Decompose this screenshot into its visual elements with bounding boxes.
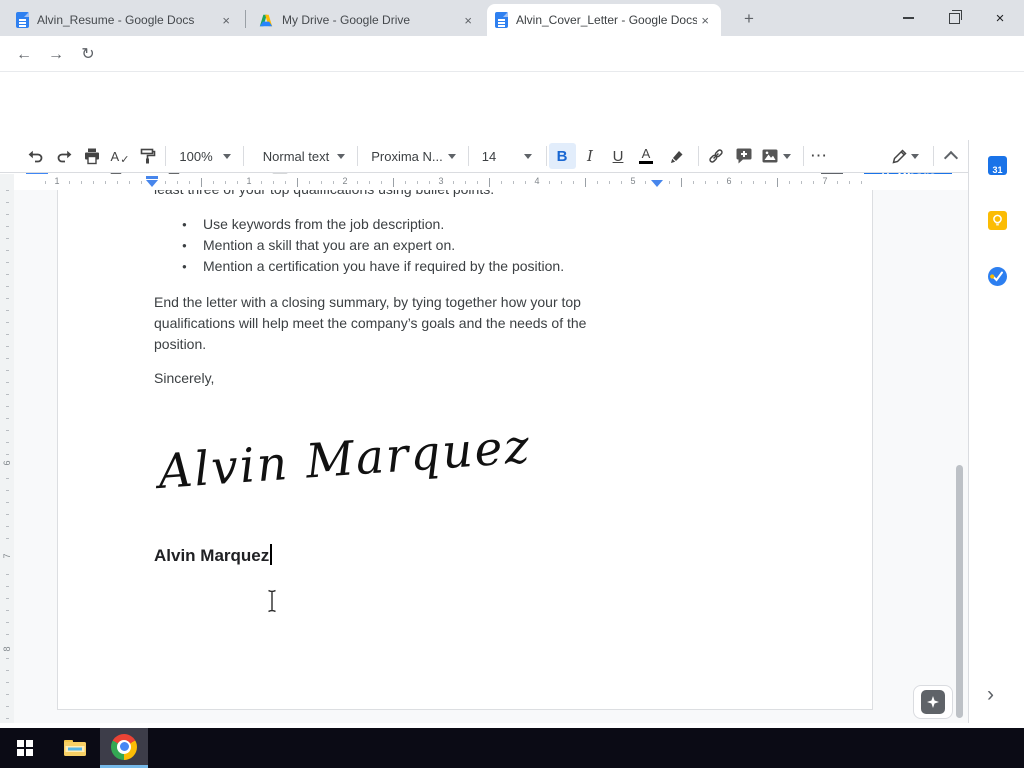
ruler-number: 4 [531, 176, 543, 186]
docs-header: Alvin_Cover_Letter ☆ File Edit View Inse… [0, 72, 1024, 199]
explore-button[interactable] [913, 685, 953, 719]
tab-separator [245, 10, 246, 28]
tab-title: Alvin_Cover_Letter - Google Docs [516, 13, 698, 27]
ruler-number: 8 [2, 642, 12, 656]
window-close-button[interactable]: × [977, 0, 1023, 36]
chevron-down-icon[interactable] [447, 140, 457, 172]
doc-text-line: least three of your top qualifications u… [154, 190, 494, 197]
windows-taskbar [0, 728, 1024, 768]
paragraph-style-select[interactable]: Normal text [256, 140, 336, 172]
google-side-panel: 31 › [968, 140, 1024, 723]
desktop: Alvin_Resume - Google Docs × My Drive - … [0, 0, 1024, 768]
explore-icon [921, 690, 945, 714]
browser-nav-bar: ← → ↻ docs.google.com/document/d/1uXilif… [0, 36, 1024, 103]
bold-button[interactable]: B [551, 140, 573, 172]
editing-mode-button[interactable] [888, 140, 910, 172]
close-icon[interactable]: × [218, 13, 234, 28]
insert-image-button[interactable] [759, 140, 781, 172]
calendar-icon[interactable]: 31 [988, 156, 1007, 175]
minimize-icon [902, 17, 914, 19]
doc-closing: Sincerely, [154, 370, 215, 386]
print-button[interactable] [81, 140, 103, 172]
doc-bullet-item: ● Use keywords from the job description. [182, 216, 445, 232]
window-restore-button[interactable] [931, 0, 977, 36]
doc-text-line: position. [154, 336, 207, 352]
underline-button[interactable]: U [607, 140, 629, 172]
file-explorer-button[interactable] [52, 728, 98, 768]
text-cursor [270, 544, 272, 565]
reload-icon[interactable]: ↻ [76, 43, 100, 67]
horizontal-ruler: 1 1 2 3 4 5 6 7 [0, 174, 968, 190]
chrome-taskbar-button[interactable] [100, 728, 148, 768]
text-color-button[interactable]: A [635, 140, 657, 172]
typed-name: Alvin Marquez [154, 544, 272, 566]
highlight-color-button[interactable] [665, 140, 687, 172]
restore-icon [948, 9, 962, 24]
tasks-icon[interactable] [988, 267, 1007, 286]
windows-logo-icon [17, 740, 33, 756]
doc-bullet-item: ● Mention a skill that you are an expert … [182, 237, 456, 253]
font-size-select[interactable]: 14 [478, 140, 500, 172]
ruler-number: 1 [51, 176, 63, 186]
chevron-down-icon[interactable] [523, 140, 533, 172]
browser-tab-bar: Alvin_Resume - Google Docs × My Drive - … [0, 0, 1024, 36]
hide-side-panel-icon[interactable]: › [987, 683, 994, 707]
keep-icon[interactable] [988, 211, 1007, 230]
vertical-scrollbar[interactable] [956, 465, 963, 718]
insert-comment-button[interactable] [733, 140, 755, 172]
handwritten-signature: Alvin Marquez [156, 419, 533, 500]
ruler-number: 7 [819, 176, 831, 186]
docs-toolbar: A ✓ 100% Normal text Proxima N... 14 B I… [0, 140, 968, 173]
undo-button[interactable] [25, 140, 47, 172]
insert-link-button[interactable] [705, 140, 727, 172]
ruler-number: 1 [243, 176, 255, 186]
vertical-ruler: 6 7 8 9 10 [0, 190, 14, 748]
new-tab-button[interactable]: + [737, 7, 761, 31]
collapse-toolbar-button[interactable] [940, 140, 962, 172]
tab-alvin-cover-letter[interactable]: Alvin_Cover_Letter - Google Docs × [487, 4, 721, 36]
spell-check-button[interactable]: A ✓ [109, 140, 131, 172]
start-button[interactable] [2, 728, 48, 768]
ruler-number: 5 [627, 176, 639, 186]
redo-button[interactable] [53, 140, 75, 172]
chevron-down-icon[interactable] [910, 140, 920, 172]
google-docs-icon [495, 12, 508, 28]
left-indent-marker[interactable] [146, 176, 158, 187]
tab-my-drive[interactable]: My Drive - Google Drive × [250, 4, 484, 36]
chevron-down-icon[interactable] [782, 140, 792, 172]
ruler-number: 6 [2, 456, 12, 470]
doc-bullet-item: ● Mention a certification you have if req… [182, 258, 565, 274]
file-explorer-icon [64, 740, 86, 756]
font-family-select[interactable]: Proxima N... [368, 140, 446, 172]
tab-title: Alvin_Resume - Google Docs [37, 13, 195, 27]
doc-text-line: End the letter with a closing summary, b… [154, 294, 581, 310]
ruler-number: 3 [435, 176, 447, 186]
document-canvas: least three of your top qualifications u… [0, 190, 968, 723]
chevron-down-icon[interactable] [336, 140, 346, 172]
ruler-number: 7 [2, 549, 12, 563]
tab-alvin-resume[interactable]: Alvin_Resume - Google Docs × [8, 4, 242, 36]
chevron-down-icon[interactable] [222, 140, 232, 172]
close-icon[interactable]: × [460, 13, 476, 28]
mouse-cursor-ibeam [265, 588, 279, 614]
tab-title: My Drive - Google Drive [282, 13, 411, 27]
zoom-select[interactable]: 100% [176, 140, 216, 172]
close-icon[interactable]: × [697, 13, 713, 28]
paint-format-button[interactable] [137, 140, 159, 172]
ruler-number: 6 [723, 176, 735, 186]
right-indent-marker[interactable] [651, 180, 663, 187]
chrome-icon [111, 733, 137, 760]
forward-icon[interactable]: → [44, 43, 68, 67]
more-options-button[interactable]: ⋯ [808, 140, 830, 172]
doc-text-line: qualifications will help meet the compan… [154, 315, 587, 331]
google-drive-icon [258, 13, 274, 28]
window-minimize-button[interactable] [885, 0, 931, 36]
italic-button[interactable]: I [579, 140, 601, 172]
ruler-number: 2 [339, 176, 351, 186]
document-page[interactable]: least three of your top qualifications u… [57, 190, 873, 710]
google-docs-icon [16, 12, 29, 28]
back-icon[interactable]: ← [12, 43, 36, 67]
